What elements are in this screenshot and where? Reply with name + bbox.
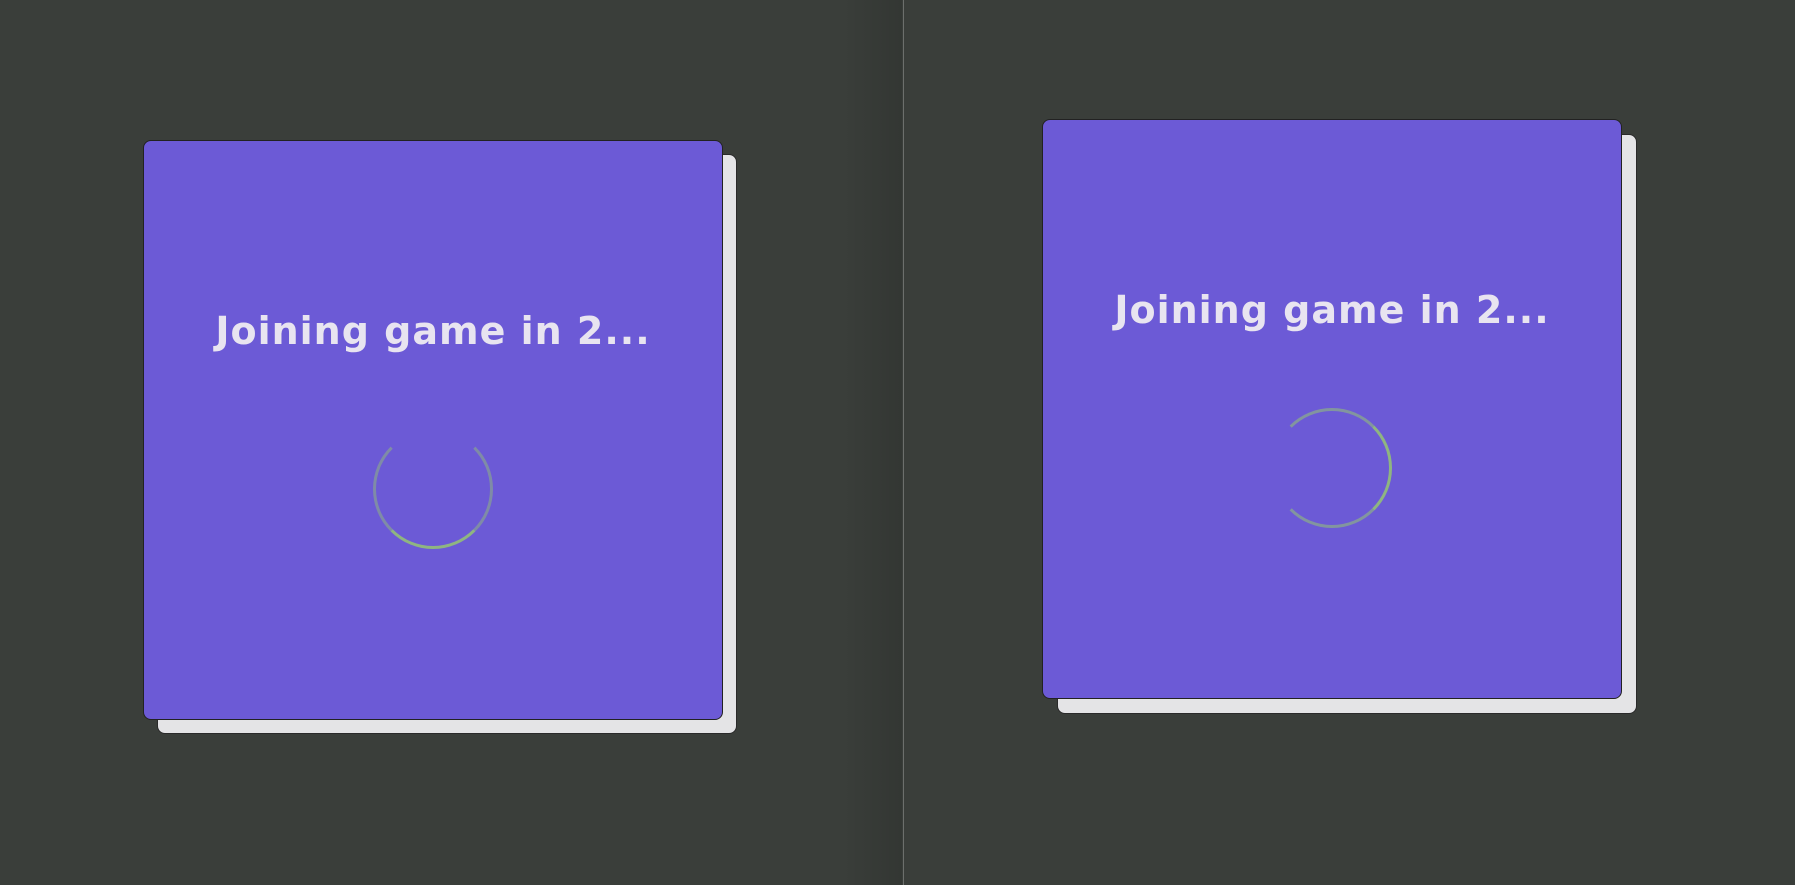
left-pane: Joining game in 2... <box>0 0 902 885</box>
joining-game-title: Joining game in 2... <box>215 309 651 353</box>
right-pane: Joining game in 2... <box>903 0 1795 885</box>
loading-spinner-icon <box>373 429 493 549</box>
screen: Joining game in 2... Joining game in 2..… <box>0 0 1795 885</box>
loading-spinner-icon <box>1272 408 1392 528</box>
joining-game-title: Joining game in 2... <box>1114 288 1550 332</box>
loading-card: Joining game in 2... <box>143 140 723 720</box>
loading-card: Joining game in 2... <box>1042 119 1622 699</box>
